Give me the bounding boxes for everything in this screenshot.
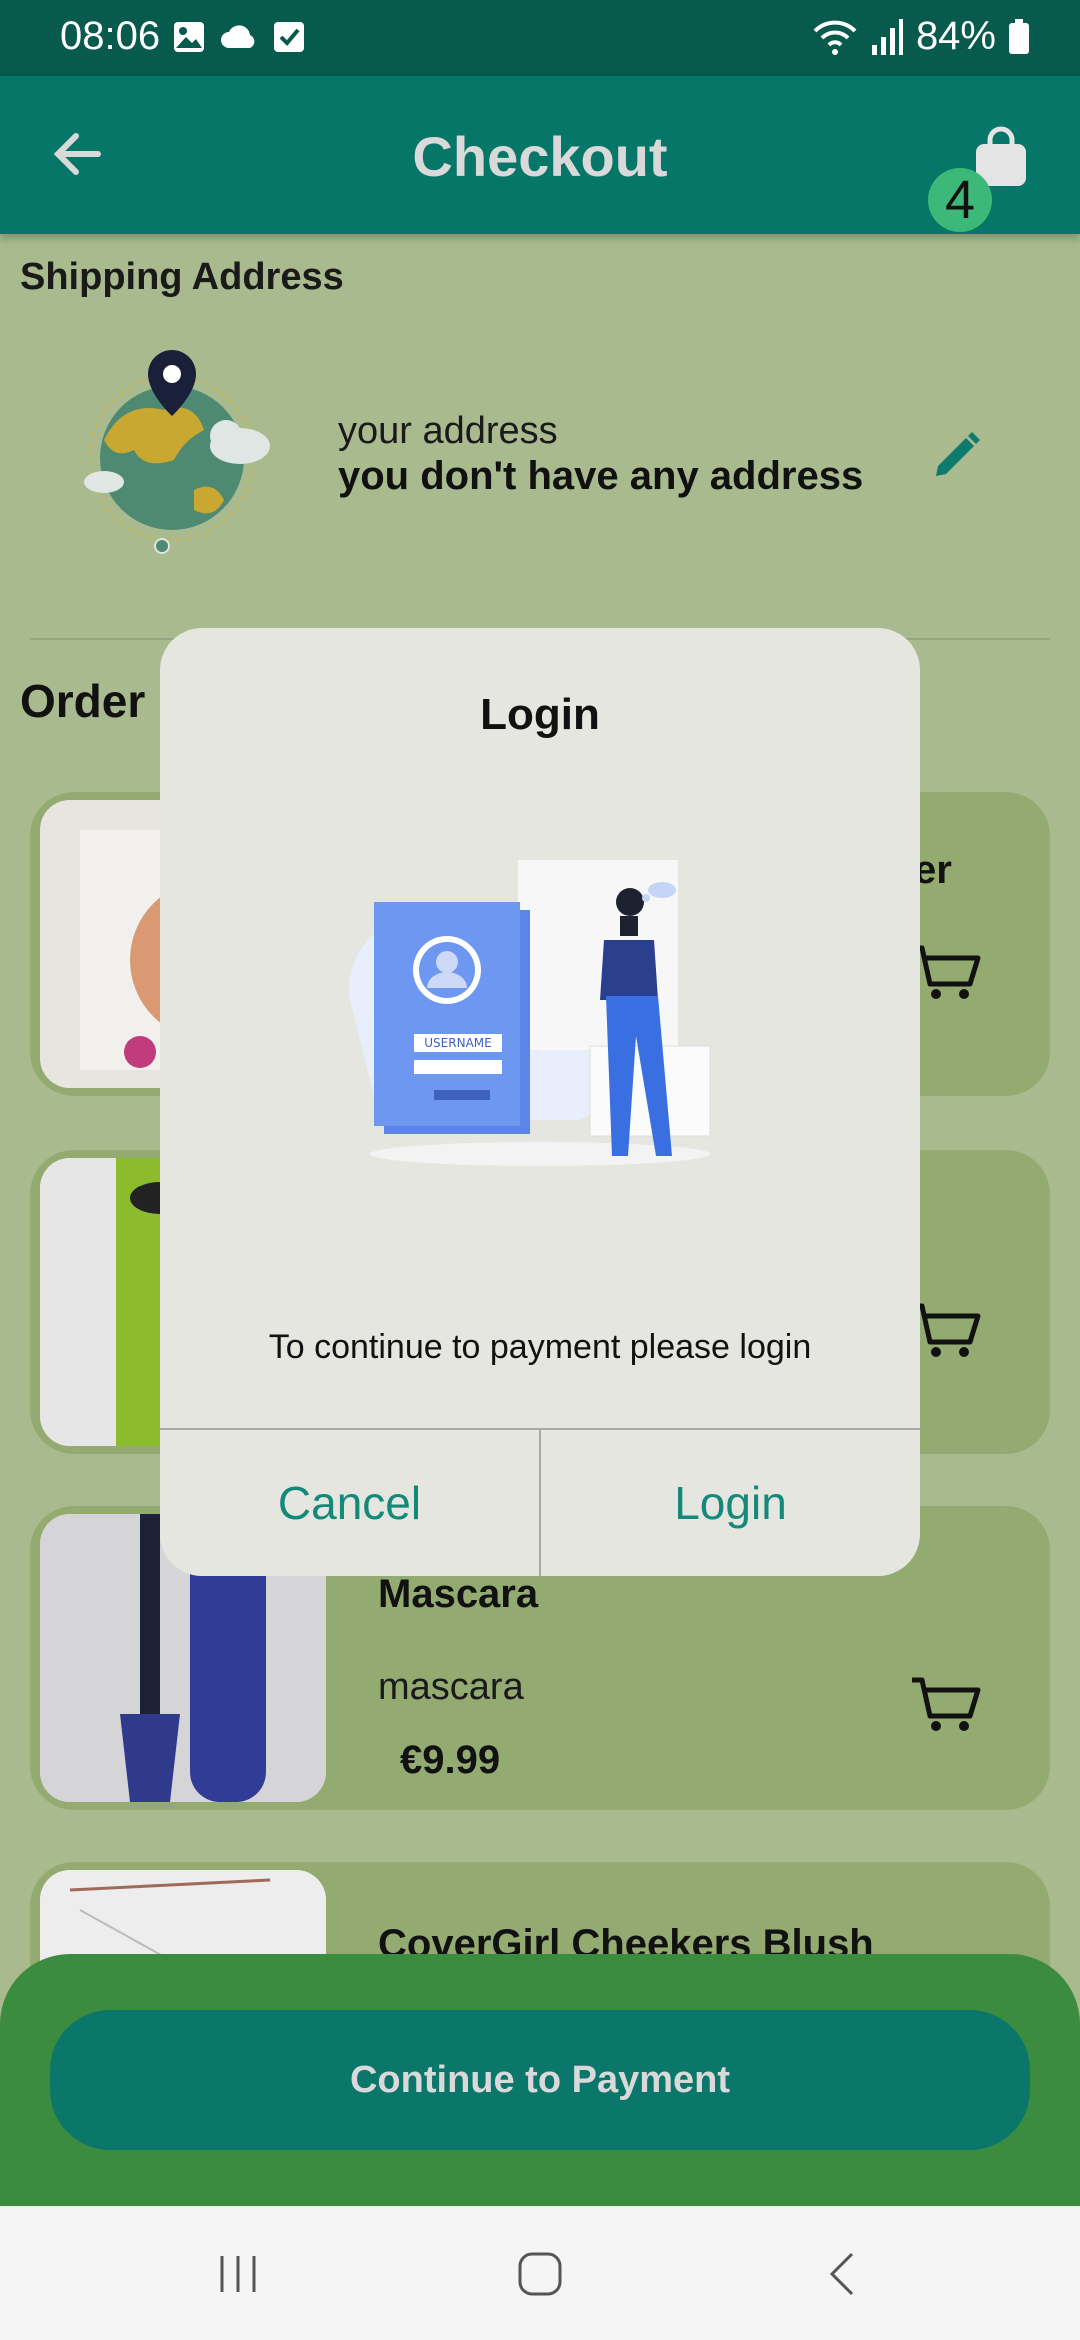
add-to-cart-icon[interactable]: [910, 1300, 982, 1360]
status-time: 08:06: [60, 14, 161, 58]
cancel-button[interactable]: Cancel: [160, 1430, 539, 1576]
cloud-icon: [221, 25, 255, 48]
signal-icon: [871, 18, 903, 55]
shipping-address-heading: Shipping Address: [20, 256, 344, 298]
cart-count-badge: 4: [928, 168, 992, 232]
checkout-action-panel: Continue to Payment: [0, 1954, 1080, 2206]
add-to-cart-icon[interactable]: [910, 942, 982, 1002]
system-navigation-bar: [0, 2206, 1080, 2340]
app-bar: Checkout 4: [0, 76, 1080, 234]
image-icon: [174, 22, 204, 52]
product-price: €9.99: [400, 1738, 501, 1782]
illustration-username-text: USERNAME: [424, 1036, 491, 1050]
status-bar: 08:06 84%: [0, 0, 1080, 76]
dialog-message: To continue to payment please login: [268, 1328, 812, 1366]
login-illustration: USERNAME: [349, 860, 711, 1166]
address-label: your address: [338, 410, 558, 452]
address-value: you don't have any address: [338, 454, 864, 498]
wifi-icon: [813, 20, 857, 55]
notification-icons: [172, 20, 306, 54]
battery-icon: [1009, 18, 1029, 54]
page-title: Checkout: [412, 125, 668, 188]
edit-pencil-icon[interactable]: [928, 428, 984, 484]
order-items-heading: Order I: [20, 675, 160, 727]
login-dialog: Login USERNAME To continue to payment pl…: [160, 628, 920, 1576]
add-to-cart-icon[interactable]: [910, 1674, 982, 1734]
recent-apps-icon[interactable]: [208, 2244, 268, 2304]
battery-percent: 84%: [915, 14, 996, 58]
checkbox-icon: [274, 22, 304, 52]
dialog-title: Login: [480, 690, 600, 739]
product-name: Mascara: [378, 1572, 539, 1616]
continue-to-payment-button[interactable]: Continue to Payment: [50, 2010, 1030, 2150]
login-button[interactable]: Login: [541, 1430, 920, 1576]
home-icon[interactable]: [510, 2244, 570, 2304]
product-category: mascara: [378, 1666, 524, 1708]
globe-location-icon: [84, 350, 270, 554]
back-icon[interactable]: [814, 2244, 874, 2304]
